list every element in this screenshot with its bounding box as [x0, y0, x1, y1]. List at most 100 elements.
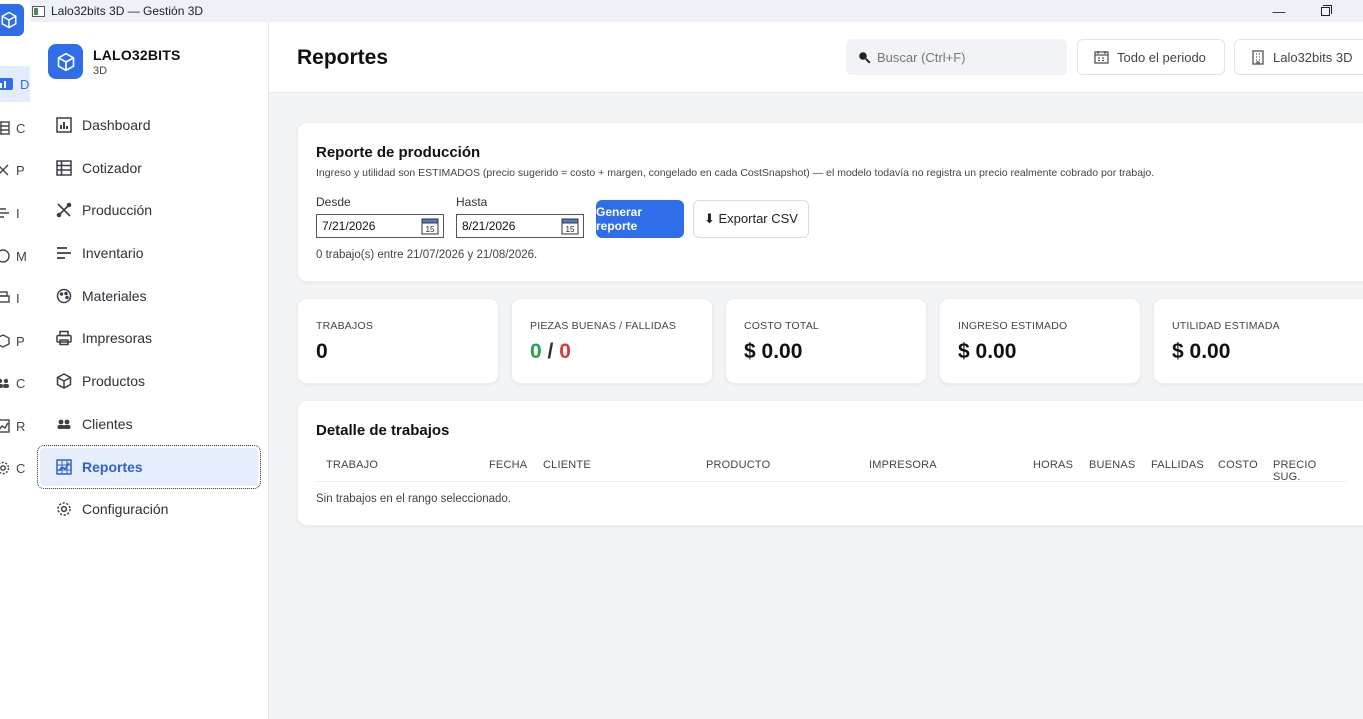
kpi-label: PIEZAS BUENAS / FALLIDAS [530, 320, 677, 332]
sidebar-item-reportes[interactable]: Reportes [37, 444, 261, 489]
sidebar-item-label: Inventario [82, 245, 144, 262]
box-icon [0, 334, 10, 348]
rail-item-cotizador[interactable]: C [0, 110, 30, 146]
search-icon [859, 51, 871, 64]
search-box[interactable] [846, 39, 1067, 75]
brand[interactable]: LALO32BITS 3D [48, 44, 181, 79]
rail-item-configuracion[interactable]: C [0, 450, 30, 486]
users-icon [0, 378, 9, 388]
app-window-icon [32, 5, 45, 17]
export-csv-button[interactable]: ⬇ Exportar CSV [693, 200, 809, 238]
kpi-card-cost: COSTO TOTAL $ 0.00 [725, 298, 927, 384]
sidebar-item-label: Configuración [82, 501, 169, 518]
kpi-value: $ 0.00 [744, 340, 803, 363]
kpi-label: COSTO TOTAL [744, 320, 819, 332]
rail-item-materiales[interactable]: M [0, 238, 30, 274]
calendar-icon[interactable]: 15 [421, 217, 439, 235]
sidebar-item-label: Dashboard [82, 117, 151, 133]
sidebar-item-label: Producción [82, 202, 153, 219]
rail-item-letter: M [16, 248, 27, 264]
to-date-input[interactable]: 8/21/2026 15 [456, 214, 584, 238]
column-header[interactable]: FECHA [489, 459, 527, 471]
column-header[interactable]: COSTO [1218, 459, 1258, 471]
jobs-detail-card: Detalle de trabajos TRABAJO FECHA CLIENT… [297, 400, 1363, 526]
kpi-value: $ 0.00 [958, 340, 1017, 363]
inventory-icon [0, 208, 9, 218]
sidebar-item-label: Impresoras [82, 330, 153, 347]
tools-icon [56, 203, 72, 218]
rail-item-dashboard[interactable]: D [0, 66, 30, 102]
bar-chart-icon [0, 78, 13, 90]
inventory-icon [57, 247, 71, 259]
column-header[interactable]: BUENAS [1089, 459, 1135, 471]
from-label: Desde [316, 195, 351, 209]
rail-logo[interactable] [0, 4, 24, 36]
column-header[interactable]: FALLIDAS [1151, 459, 1204, 471]
sidebar-item-cotizador[interactable]: Cotizador [40, 149, 258, 187]
sidebar-item-dashboard[interactable]: Dashboard [40, 106, 258, 144]
rail-item-clientes[interactable]: C [0, 365, 30, 401]
generate-report-button[interactable]: Generar reporte [596, 200, 684, 238]
report-card: Reporte de producción Ingreso y utilidad… [297, 122, 1363, 282]
from-date-value: 7/21/2026 [322, 219, 376, 233]
minimize-button[interactable]: — [1256, 0, 1302, 22]
window-title: Lalo32bits 3D — Gestión 3D [51, 4, 204, 18]
brand-logo [48, 44, 83, 79]
kpi-label: INGRESO ESTIMADO [958, 320, 1068, 332]
column-header[interactable]: TRABAJO [326, 459, 378, 471]
restore-icon [1320, 4, 1332, 16]
report-description: Ingreso y utilidad son ESTIMADOS (precio… [316, 167, 1155, 179]
sidebar-item-produccion[interactable]: Producción [40, 191, 258, 229]
calendar-icon[interactable]: 15 [561, 217, 579, 235]
rail-item-inventario[interactable]: I [0, 195, 30, 231]
sidebar-item-impresoras[interactable]: Impresoras [40, 319, 258, 357]
search-input[interactable] [877, 49, 1057, 65]
palette-icon [56, 288, 72, 303]
from-date-input[interactable]: 7/21/2026 15 [316, 214, 444, 238]
sidebar-item-productos[interactable]: Productos [40, 362, 258, 400]
rail-item-letter: P [16, 333, 25, 349]
maximize-button[interactable] [1302, 0, 1348, 22]
gear-icon [0, 461, 10, 475]
building-icon [1252, 49, 1264, 65]
gear-icon [57, 502, 71, 516]
table-icon [56, 159, 72, 176]
kpi-card-pieces: PIEZAS BUENAS / FALLIDAS 0 / 0 [511, 298, 713, 384]
sidebar-item-clientes[interactable]: Clientes [40, 405, 258, 443]
window-titlebar: Lalo32bits 3D — Gestión 3D — [0, 0, 1363, 22]
rail-item-impresoras[interactable]: I [0, 280, 30, 316]
period-filter-button[interactable]: Todo el periodo [1077, 39, 1225, 75]
column-header[interactable]: IMPRESORA [869, 459, 937, 471]
sidebar-item-label: Cotizador [82, 159, 142, 176]
organization-button[interactable]: Lalo32bits 3D [1234, 39, 1363, 75]
collapsed-rail: D C P I M I P C R C [0, 0, 30, 719]
rail-item-reportes[interactable]: R [0, 408, 30, 444]
column-header[interactable]: PRODUCTO [706, 459, 770, 471]
sidebar-item-label: Productos [82, 373, 146, 390]
rail-item-letter: C [16, 120, 26, 136]
sidebar-item-label: Reportes [82, 458, 143, 475]
sidebar-item-inventario[interactable]: Inventario [40, 234, 258, 272]
empty-table-message: Sin trabajos en el rango seleccionado. [316, 493, 511, 505]
palette-icon [0, 249, 10, 263]
kpi-label: TRABAJOS [316, 320, 374, 332]
column-header[interactable]: CLIENTE [543, 459, 591, 471]
jobs-table-header: TRABAJO FECHA CLIENTE PRODUCTO IMPRESORA… [316, 456, 1346, 483]
good-pieces-value: 0 [530, 340, 542, 363]
sidebar-item-configuracion[interactable]: Configuración [40, 490, 258, 528]
organization-label: Lalo32bits 3D [1273, 49, 1353, 65]
page-title: Reportes [297, 46, 389, 69]
rail-item-letter: D [20, 76, 30, 92]
rail-item-produccion[interactable]: P [0, 152, 30, 188]
column-header[interactable]: PRECIO SUG. [1273, 459, 1346, 483]
sidebar-item-materiales[interactable]: Materiales [40, 277, 258, 315]
users-icon [57, 419, 71, 429]
column-header[interactable]: HORAS [1033, 459, 1073, 471]
kpi-value: $ 0.00 [1172, 340, 1231, 363]
cube-icon [57, 52, 74, 71]
rail-item-letter: P [16, 162, 25, 178]
svg-text:15: 15 [566, 225, 575, 234]
to-label: Hasta [456, 195, 488, 209]
rail-item-productos[interactable]: P [0, 323, 30, 359]
box-icon [56, 373, 72, 389]
